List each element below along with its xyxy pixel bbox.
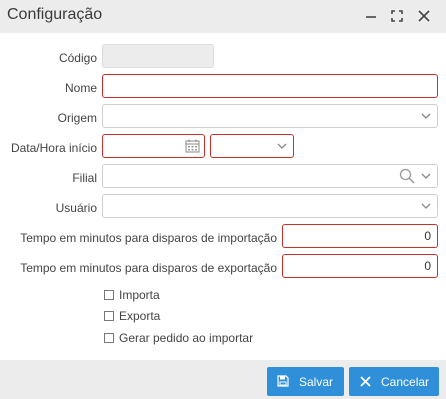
data-hora-inicio-label: Data/Hora início [10, 141, 97, 155]
hora-inicio-select[interactable] [210, 134, 294, 158]
tempo-exportacao-field[interactable]: 0 [282, 254, 438, 278]
nome-label: Nome [64, 81, 97, 95]
dialog-titlebar: Configuração [0, 0, 446, 33]
configuration-dialog: Configuração Código Nome Origem Data/Hor… [0, 0, 446, 399]
gerar-pedido-checkbox[interactable] [104, 333, 114, 343]
chevron-down-icon [421, 113, 431, 119]
exporta-label: Exporta [119, 309, 161, 323]
importa-label: Importa [119, 288, 160, 302]
codigo-label: Código [58, 51, 97, 65]
dialog-footer: Salvar Cancelar [0, 360, 446, 399]
close-icon[interactable] [415, 6, 433, 26]
origem-label: Origem [57, 111, 97, 125]
exporta-checkbox[interactable] [104, 311, 114, 321]
chevron-down-icon [277, 143, 287, 149]
nome-field[interactable] [102, 74, 438, 98]
dialog-title: Configuração [7, 6, 103, 23]
chevron-down-icon[interactable] [421, 172, 431, 180]
chevron-down-icon [421, 203, 431, 209]
origem-select[interactable] [102, 104, 438, 128]
importa-checkbox[interactable] [104, 290, 114, 300]
save-button[interactable]: Salvar [267, 367, 344, 396]
close-icon [360, 376, 371, 387]
search-icon[interactable] [399, 168, 415, 184]
tempo-importacao-label: Tempo em minutos para disparos de import… [20, 231, 277, 245]
tempo-importacao-field[interactable]: 0 [282, 224, 438, 248]
usuario-label: Usuário [55, 201, 97, 215]
floppy-disk-icon [277, 375, 289, 387]
gerar-pedido-label: Gerar pedido ao importar [119, 331, 254, 345]
codigo-field [102, 44, 214, 68]
maximize-icon[interactable] [388, 6, 406, 26]
filial-field[interactable] [102, 164, 438, 188]
minimize-icon[interactable] [362, 6, 380, 26]
calendar-icon[interactable] [185, 139, 200, 153]
usuario-select[interactable] [102, 194, 438, 218]
filial-label: Filial [72, 171, 97, 185]
tempo-exportacao-label: Tempo em minutos para disparos de export… [20, 261, 277, 275]
cancel-button[interactable]: Cancelar [349, 367, 439, 396]
data-inicio-field[interactable] [102, 134, 205, 158]
